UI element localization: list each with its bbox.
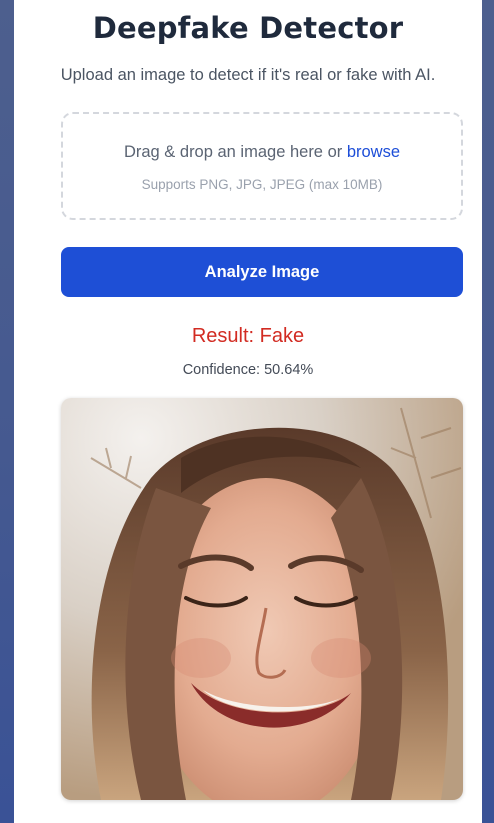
analyze-image-button[interactable]: Analyze Image bbox=[61, 247, 463, 297]
browse-link[interactable]: browse bbox=[347, 143, 400, 161]
result-label: Result: Fake bbox=[191, 325, 305, 347]
detector-card: Deepfake Detector Upload an image to det… bbox=[14, 0, 482, 823]
uploaded-image-preview bbox=[61, 398, 463, 800]
confidence-score: Confidence: 50.64% bbox=[182, 362, 314, 378]
upload-dropzone[interactable]: Drag & drop an image here or browse Supp… bbox=[61, 112, 463, 220]
page-title: Deepfake Detector bbox=[92, 11, 404, 45]
page-subtitle: Upload an image to detect if it's real o… bbox=[60, 66, 436, 84]
dropzone-prompt: Drag & drop an image here or browse bbox=[63, 143, 461, 162]
dropzone-hint: Supports PNG, JPG, JPEG (max 10MB) bbox=[141, 177, 383, 192]
dropzone-prompt-text: Drag & drop an image here or bbox=[123, 143, 347, 161]
